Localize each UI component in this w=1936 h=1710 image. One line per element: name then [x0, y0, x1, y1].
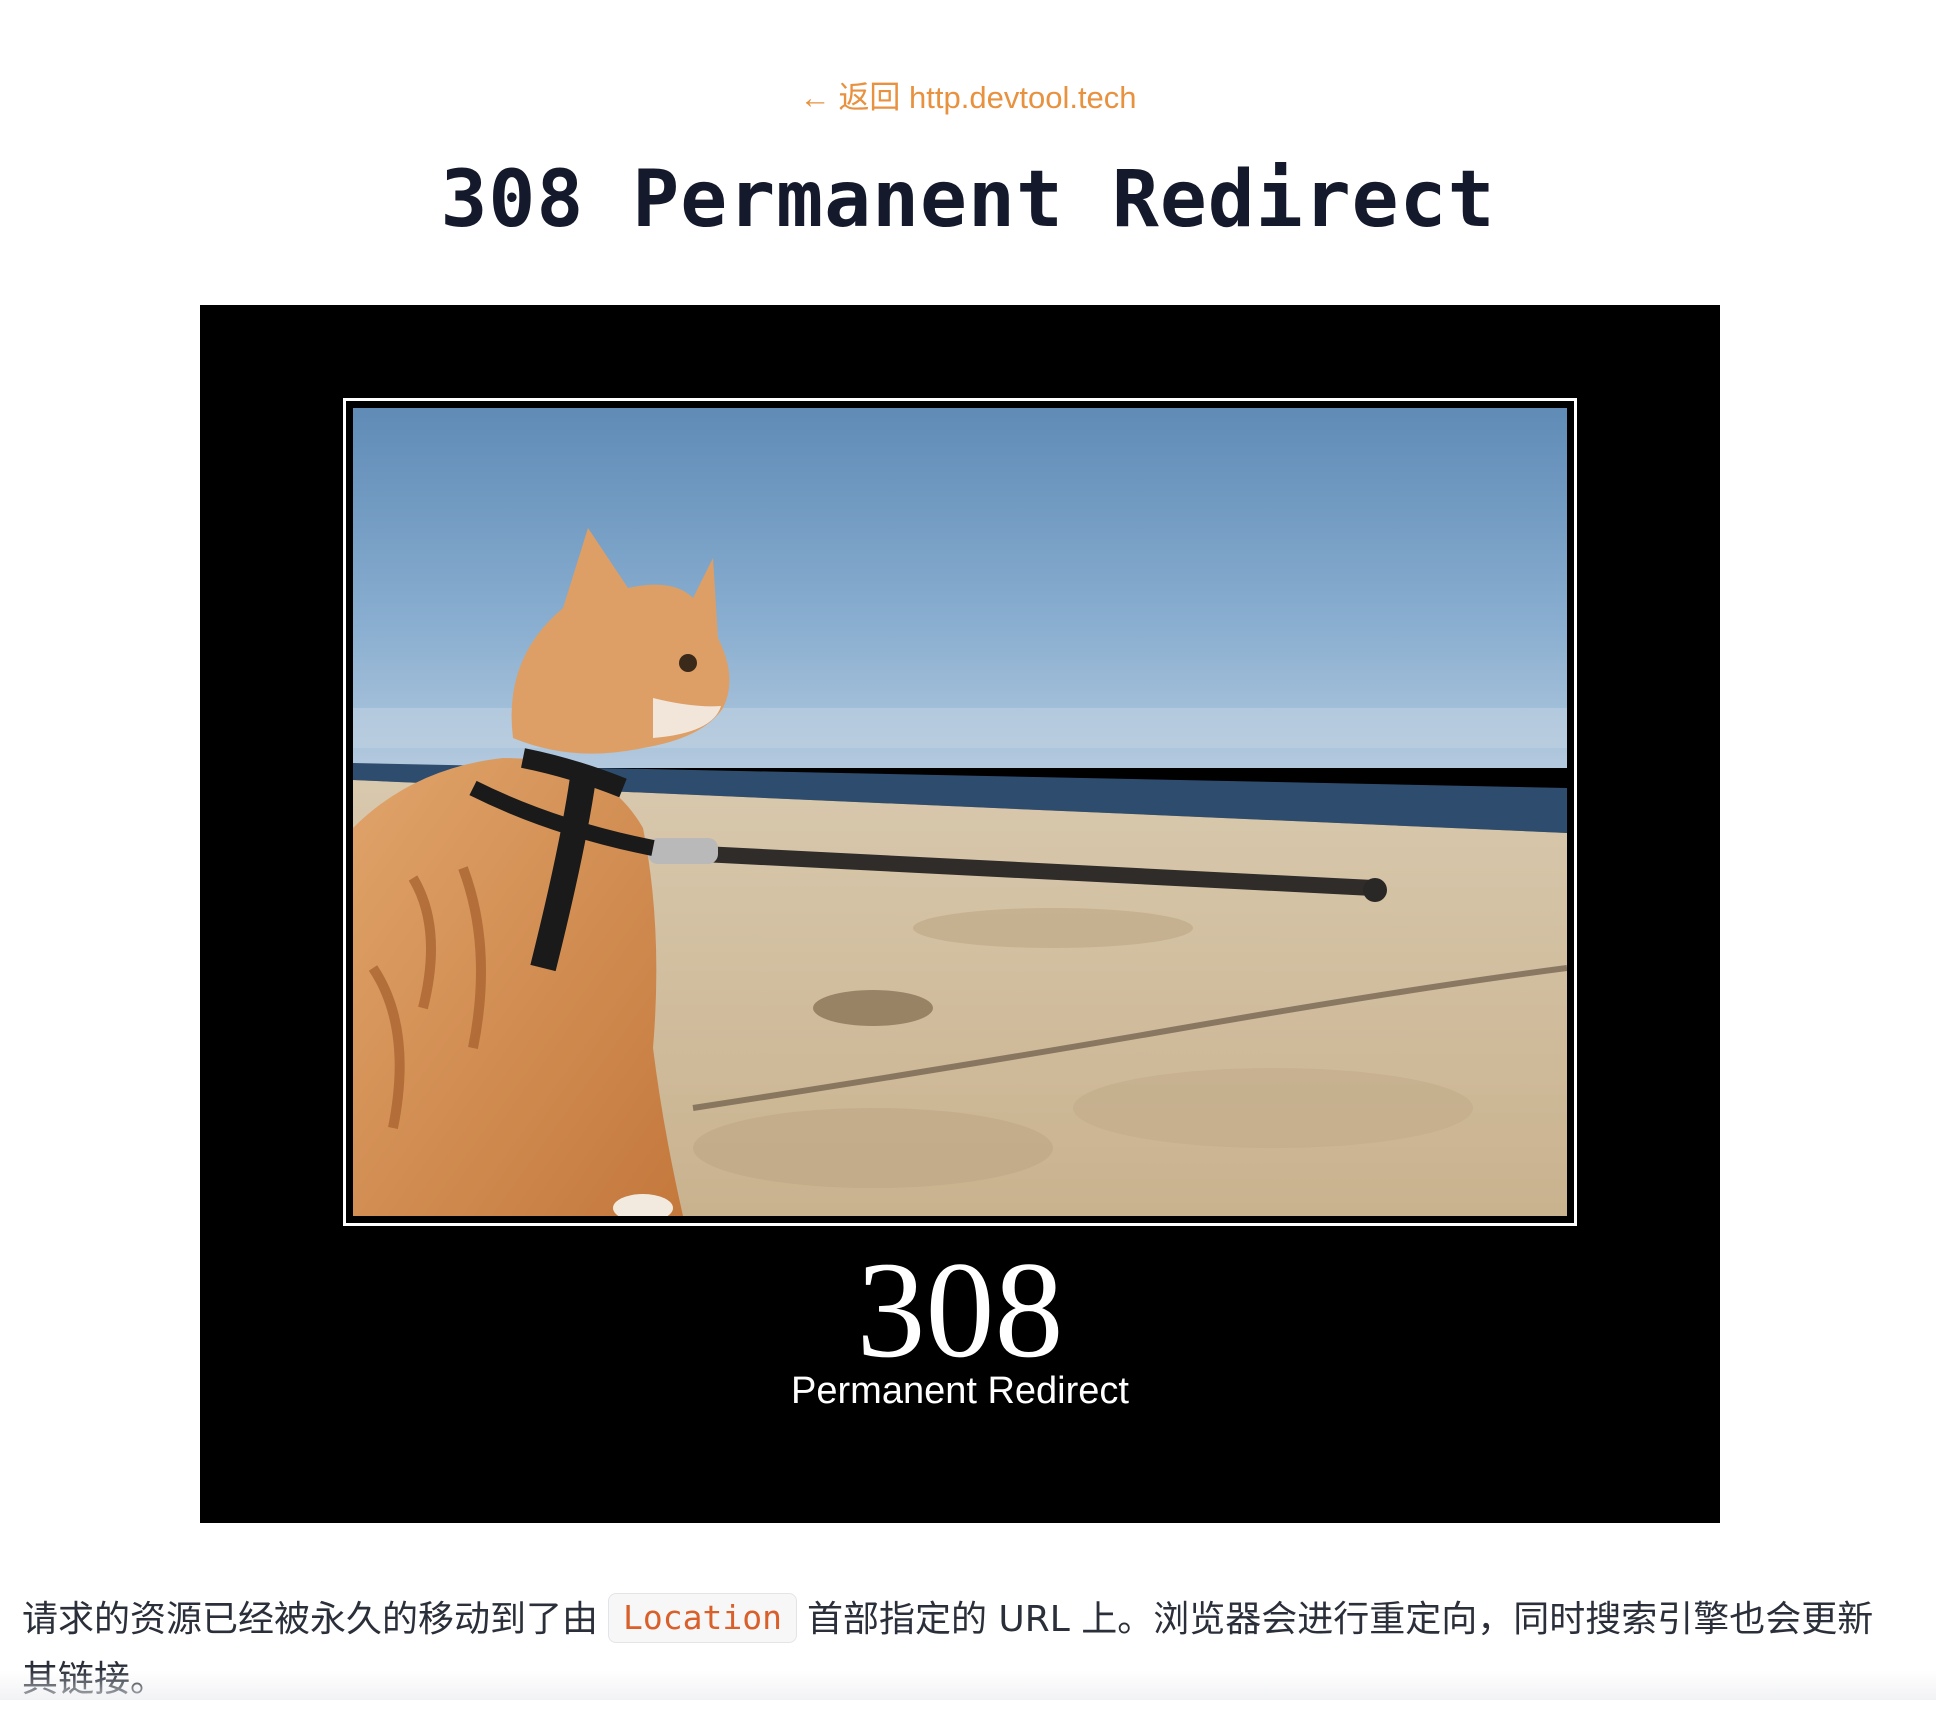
back-link-label: 返回 http.devtool.tech [838, 80, 1137, 115]
status-poster: 308 Permanent Redirect [200, 305, 1720, 1523]
bottom-fade [0, 1670, 1936, 1700]
poster-status-caption: Permanent Redirect [791, 1370, 1129, 1412]
cat-beach-photo [353, 408, 1567, 1216]
page-title: 308 Permanent Redirect [440, 155, 1496, 245]
poster-status-code: 308 [856, 1233, 1064, 1386]
back-arrow-icon: ← [799, 80, 831, 115]
description-text-before: 请求的资源已经被永久的移动到了由 [22, 1599, 599, 1640]
poster-photo-frame [343, 398, 1577, 1226]
back-link[interactable]: ← 返回 http.devtool.tech [0, 78, 1936, 118]
location-header-code: Location [608, 1593, 797, 1643]
